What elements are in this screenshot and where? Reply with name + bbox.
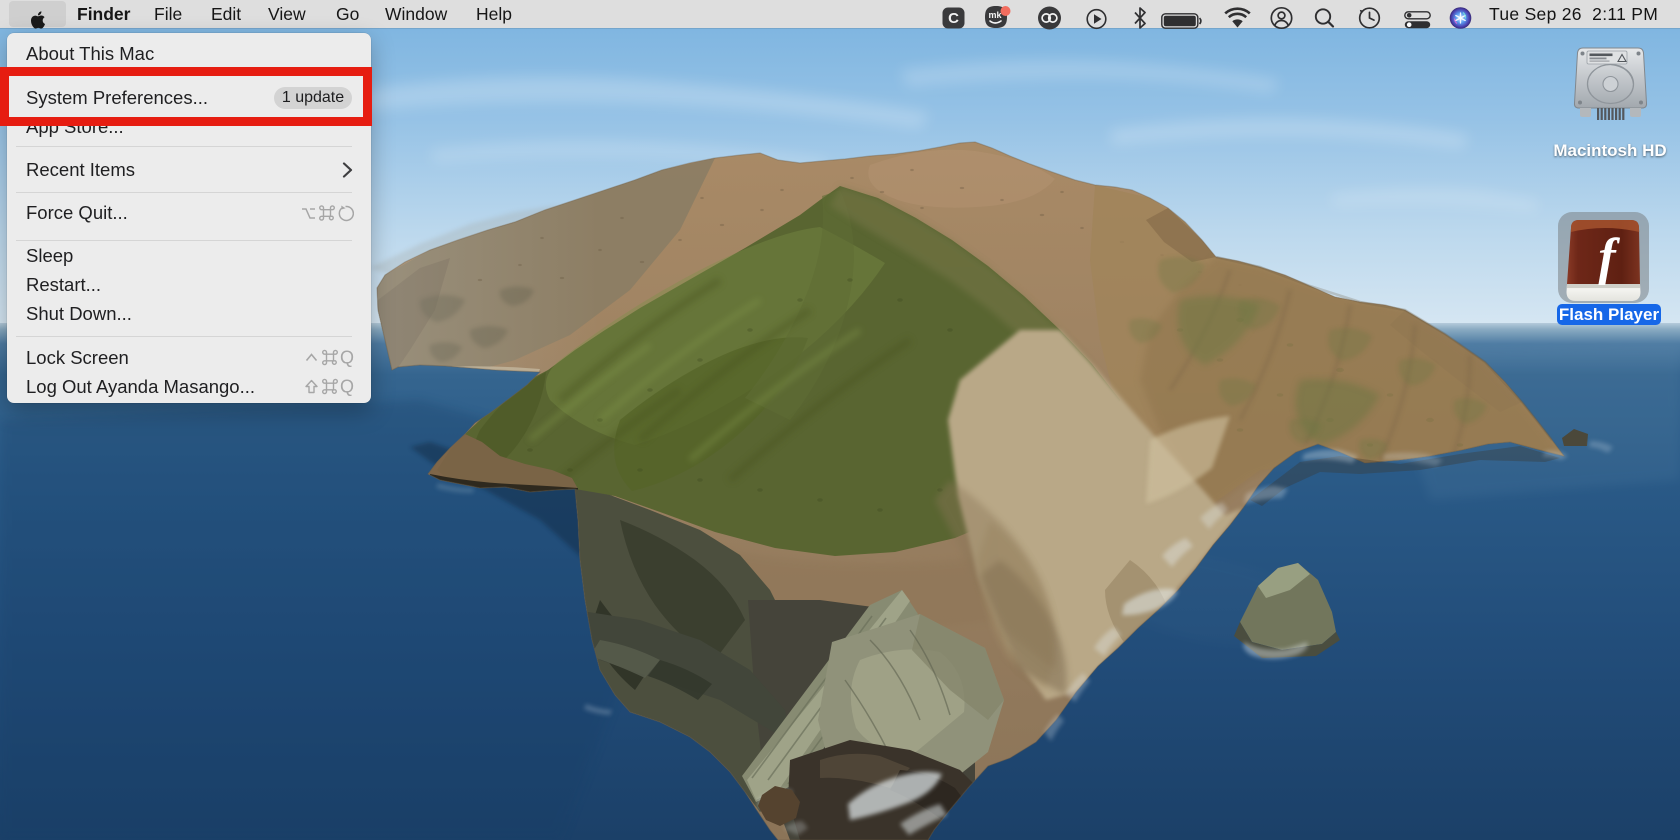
svg-text:mk: mk <box>988 10 1002 20</box>
svg-text:C: C <box>948 10 959 27</box>
